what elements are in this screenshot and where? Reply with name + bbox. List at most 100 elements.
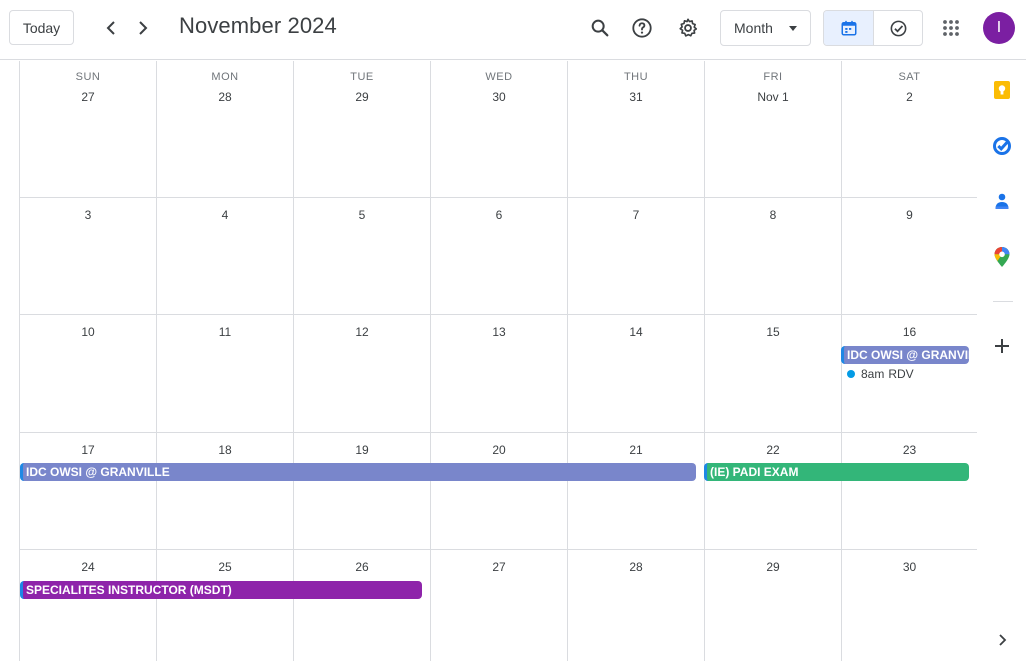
date-number[interactable]: 12: [294, 325, 430, 339]
date-number[interactable]: 30: [431, 90, 567, 104]
date-number[interactable]: 15: [705, 325, 841, 339]
maps-button[interactable]: [991, 246, 1013, 268]
side-panel: [977, 61, 1026, 661]
search-button[interactable]: [584, 12, 616, 44]
day-cell[interactable]: THU 31: [568, 61, 705, 198]
date-number[interactable]: 31: [568, 90, 704, 104]
next-month-button[interactable]: [130, 14, 156, 42]
day-cell[interactable]: 13: [431, 315, 568, 433]
date-number[interactable]: 19: [294, 443, 430, 457]
date-number[interactable]: 4: [157, 208, 293, 222]
day-cell[interactable]: 6: [431, 198, 568, 315]
day-cell[interactable]: 15: [705, 315, 842, 433]
date-number[interactable]: 6: [431, 208, 567, 222]
day-cell[interactable]: 25: [157, 550, 294, 661]
maps-icon: [994, 247, 1010, 267]
date-number[interactable]: 25: [157, 560, 293, 574]
tasks-button[interactable]: [991, 135, 1013, 157]
day-cell[interactable]: 23: [842, 433, 978, 550]
date-number[interactable]: Nov 1: [705, 90, 841, 104]
event-rdv[interactable]: 8am RDV: [842, 365, 970, 383]
tasks-view-toggle[interactable]: [873, 11, 922, 45]
date-number[interactable]: 30: [842, 560, 977, 574]
contacts-button[interactable]: [991, 190, 1013, 212]
day-cell[interactable]: SAT 2: [842, 61, 978, 198]
date-number[interactable]: 21: [568, 443, 704, 457]
date-number[interactable]: 9: [842, 208, 977, 222]
day-cell[interactable]: WED 30: [431, 61, 568, 198]
day-cell[interactable]: 24: [20, 550, 157, 661]
date-number[interactable]: 16: [842, 325, 977, 339]
day-cell[interactable]: 4: [157, 198, 294, 315]
date-number[interactable]: 20: [431, 443, 567, 457]
date-number[interactable]: 27: [431, 560, 567, 574]
day-cell[interactable]: 19: [294, 433, 431, 550]
date-number[interactable]: 11: [157, 325, 293, 339]
weekday-label: SUN: [75, 71, 101, 83]
day-cell[interactable]: 12: [294, 315, 431, 433]
date-number[interactable]: 5: [294, 208, 430, 222]
day-cell[interactable]: 30: [842, 550, 978, 661]
event-msdt[interactable]: SPECIALITES INSTRUCTOR (MSDT): [20, 581, 422, 599]
day-cell[interactable]: 20: [431, 433, 568, 550]
date-number[interactable]: 18: [157, 443, 293, 457]
calendar-view-toggle[interactable]: [824, 11, 873, 45]
date-number[interactable]: 29: [294, 90, 430, 104]
day-cell[interactable]: 5: [294, 198, 431, 315]
date-number[interactable]: 28: [157, 90, 293, 104]
event-padi-exam[interactable]: (IE) PADI EXAM: [704, 463, 969, 481]
day-cell[interactable]: 18: [157, 433, 294, 550]
settings-button[interactable]: [672, 12, 704, 44]
date-number[interactable]: 26: [294, 560, 430, 574]
expand-panel-button[interactable]: [991, 629, 1013, 651]
day-cell[interactable]: 28: [568, 550, 705, 661]
day-cell[interactable]: 7: [568, 198, 705, 315]
day-cell[interactable]: TUE 29: [294, 61, 431, 198]
avatar[interactable]: I: [983, 12, 1015, 44]
weekday-label: WED: [485, 71, 513, 83]
event-title: RDV: [888, 367, 914, 381]
day-cell[interactable]: 29: [705, 550, 842, 661]
add-icon: [995, 339, 1009, 353]
date-number[interactable]: 22: [705, 443, 841, 457]
day-cell[interactable]: MON 28: [157, 61, 294, 198]
event-idc-owsi-week3[interactable]: IDC OWSI @ GRANVIL: [841, 346, 969, 364]
view-switcher-dropdown[interactable]: Month: [720, 10, 811, 46]
day-cell[interactable]: 14: [568, 315, 705, 433]
date-number[interactable]: 8: [705, 208, 841, 222]
date-number[interactable]: 28: [568, 560, 704, 574]
page-title: November 2024: [179, 13, 337, 38]
apps-button[interactable]: [935, 12, 967, 44]
day-cell[interactable]: SUN 27: [20, 61, 157, 198]
keep-button[interactable]: [991, 79, 1013, 101]
day-cell[interactable]: 3: [20, 198, 157, 315]
date-number[interactable]: 3: [20, 208, 156, 222]
add-addon-button[interactable]: [991, 335, 1013, 357]
date-number[interactable]: 2: [842, 90, 977, 104]
day-cell[interactable]: 26: [294, 550, 431, 661]
today-button[interactable]: Today: [9, 10, 74, 45]
date-number[interactable]: 13: [431, 325, 567, 339]
date-number[interactable]: 29: [705, 560, 841, 574]
day-cell[interactable]: 21: [568, 433, 705, 550]
day-cell[interactable]: 8: [705, 198, 842, 315]
day-cell[interactable]: 9: [842, 198, 978, 315]
day-cell[interactable]: 11: [157, 315, 294, 433]
chevron-right-icon: [139, 21, 148, 35]
weekday-label: SAT: [898, 71, 921, 83]
day-cell[interactable]: 10: [20, 315, 157, 433]
date-number[interactable]: 27: [20, 90, 156, 104]
date-number[interactable]: 10: [20, 325, 156, 339]
day-cell[interactable]: 27: [431, 550, 568, 661]
date-number[interactable]: 24: [20, 560, 156, 574]
date-number[interactable]: 14: [568, 325, 704, 339]
date-number[interactable]: 17: [20, 443, 156, 457]
help-button[interactable]: [626, 12, 658, 44]
date-number[interactable]: 23: [842, 443, 977, 457]
day-cell[interactable]: FRI Nov 1: [705, 61, 842, 198]
previous-month-button[interactable]: [98, 14, 124, 42]
day-cell[interactable]: 22: [705, 433, 842, 550]
event-idc-owsi-week4[interactable]: IDC OWSI @ GRANVILLE: [20, 463, 696, 481]
date-number[interactable]: 7: [568, 208, 704, 222]
day-cell[interactable]: 17: [20, 433, 157, 550]
